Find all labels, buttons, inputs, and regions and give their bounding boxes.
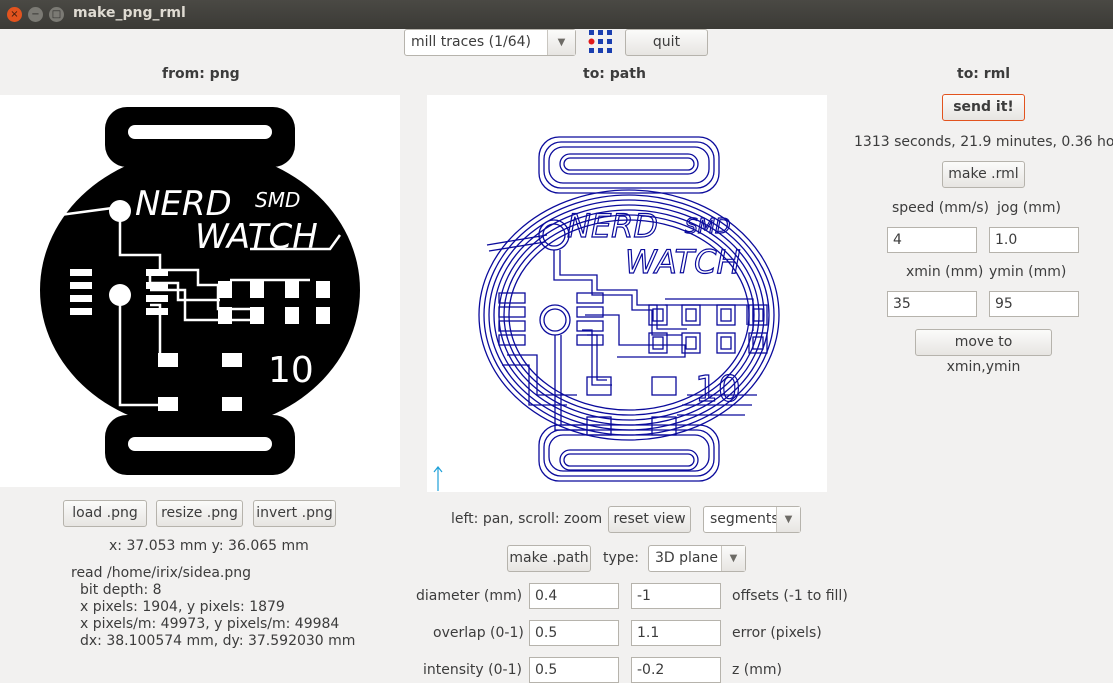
to-path-title: to: path [583, 66, 646, 82]
ymin-label: ymin (mm) [989, 264, 1067, 280]
speed-label: speed (mm/s) [892, 200, 989, 216]
overlap-label: overlap (0-1) [433, 625, 524, 641]
process-select[interactable]: mill traces (1/64) ▼ [404, 29, 576, 56]
path-text-watch: WATCH [625, 243, 741, 281]
chevron-down-icon: ▼ [721, 546, 745, 571]
maximize-button[interactable]: □ [49, 7, 64, 22]
resize-png-button[interactable]: resize .png [156, 500, 243, 527]
error-field[interactable]: 1.1 [631, 620, 721, 646]
png-info-line: bit depth: 8 [80, 582, 162, 598]
png-text-smd: SMD [255, 188, 300, 212]
xmin-field[interactable]: 35 [887, 291, 977, 317]
fab-logo-icon [588, 29, 614, 55]
load-png-button[interactable]: load .png [63, 500, 147, 527]
jog-field[interactable]: 1.0 [989, 227, 1079, 253]
path-type-value: 3D plane [655, 550, 718, 566]
make-rml-button[interactable]: make .rml [942, 161, 1025, 188]
window-title: make_png_rml [73, 5, 186, 21]
process-select-value: mill traces (1/64) [411, 34, 531, 50]
path-text-smd: SMD [685, 214, 730, 238]
origin-arrow-icon [433, 466, 443, 491]
png-info-line: x pixels: 1904, y pixels: 1879 [80, 599, 285, 615]
make-path-button[interactable]: make .path [507, 545, 591, 572]
chevron-down-icon: ▼ [547, 30, 575, 55]
overlap-field[interactable]: 0.5 [529, 620, 619, 646]
invert-png-button[interactable]: invert .png [253, 500, 336, 527]
speed-field[interactable]: 4 [887, 227, 977, 253]
png-info-line: read /home/irix/sidea.png [71, 565, 251, 581]
move-to-origin-button[interactable]: move to xmin,ymin [915, 329, 1052, 375]
view-mode-select[interactable]: segments ▼ [703, 506, 801, 533]
diameter-label: diameter (mm) [416, 588, 523, 604]
png-info-line: dx: 38.100574 mm, dy: 37.592030 mm [80, 633, 356, 649]
z-field[interactable]: -0.2 [631, 657, 721, 683]
cursor-coords: x: 37.053 mm y: 36.065 mm [109, 538, 309, 554]
png-preview[interactable]: NERD SMD WATCH 10 [0, 95, 400, 487]
pan-zoom-hint: left: pan, scroll: zoom [451, 511, 603, 527]
from-png-title: from: png [162, 66, 240, 82]
title-bar: × − □ make_png_rml [0, 0, 1113, 29]
path-text-nerd: NERD [567, 207, 658, 245]
png-info: read /home/irix/sidea.png bit depth: 8 x… [71, 565, 355, 650]
reset-view-button[interactable]: reset view [608, 506, 691, 533]
quit-button[interactable]: quit [625, 29, 708, 56]
xmin-label: xmin (mm) [906, 264, 984, 280]
intensity-field[interactable]: 0.5 [529, 657, 619, 683]
time-estimate: 1313 seconds, 21.9 minutes, 0.36 hours [854, 134, 1113, 150]
ymin-field[interactable]: 95 [989, 291, 1079, 317]
intensity-label: intensity (0-1) [423, 662, 522, 678]
z-label: z (mm) [732, 662, 782, 678]
view-mode-value: segments [710, 511, 779, 527]
path-image: NERD SMD WATCH 10 [433, 136, 780, 491]
jog-label: jog (mm) [997, 200, 1061, 216]
path-type-select[interactable]: 3D plane ▼ [648, 545, 746, 572]
to-rml-title: to: rml [957, 66, 1011, 82]
send-it-button[interactable]: send it! [942, 94, 1025, 121]
offsets-label: offsets (-1 to fill) [732, 588, 848, 604]
offsets-field[interactable]: -1 [631, 583, 721, 609]
png-text-watch: WATCH [195, 217, 318, 257]
type-label: type: [603, 550, 639, 566]
path-text-10: 10 [695, 369, 741, 410]
path-preview[interactable]: NERD SMD WATCH 10 [427, 95, 827, 492]
png-text-10: 10 [268, 350, 314, 391]
png-image: NERD SMD WATCH 10 [40, 107, 360, 475]
diameter-field[interactable]: 0.4 [529, 583, 619, 609]
minimize-button[interactable]: − [28, 7, 43, 22]
close-button[interactable]: × [7, 7, 22, 22]
png-info-line: x pixels/m: 49973, y pixels/m: 49984 [80, 616, 340, 632]
chevron-down-icon: ▼ [776, 507, 800, 532]
error-label: error (pixels) [732, 625, 822, 641]
